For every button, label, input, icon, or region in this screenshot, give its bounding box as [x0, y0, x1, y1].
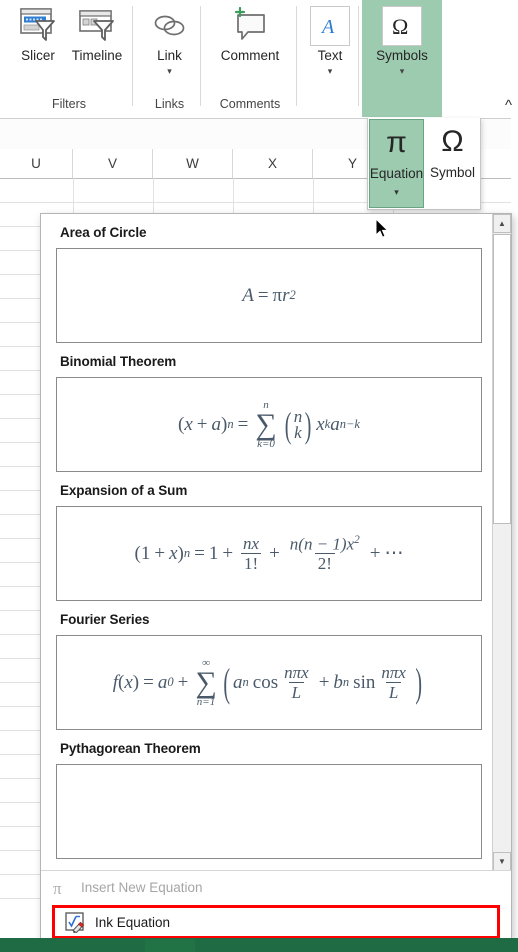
equation-expansion-of-a-sum: (1 + x) n = 1 + nx 1! + n(n − 1)x2 2! + ⋯: [134, 533, 404, 574]
ribbon: Slicer Timeline Filters Link ▾ Links Com…: [0, 0, 518, 119]
ribbon-button-comment[interactable]: Comment: [210, 4, 290, 63]
column-header-u[interactable]: U: [0, 149, 73, 178]
ribbon-button-label: Symbols: [376, 48, 428, 63]
equation-area-of-circle: A = πr2: [242, 285, 296, 306]
chevron-down-icon[interactable]: ▾: [328, 65, 333, 78]
timeline-icon: [77, 4, 117, 48]
scroll-down-icon[interactable]: ▼: [493, 852, 511, 871]
ribbon-button-label: Timeline: [71, 48, 123, 63]
link-icon: [150, 4, 190, 48]
ribbon-button-slicer[interactable]: Slicer: [10, 4, 66, 63]
ribbon-button-symbols[interactable]: Ω Symbols ▾: [368, 4, 436, 78]
ribbon-separator: [358, 6, 359, 106]
gallery-item-preview[interactable]: (x + a) n = n ∑ k=0 ( n k ) x k a n−k: [56, 377, 482, 472]
ribbon-button-timeline[interactable]: Timeline: [66, 4, 128, 63]
ribbon-separator: [200, 6, 201, 106]
gallery-item-title: Fourier Series: [60, 612, 150, 627]
gallery-item-binomial-theorem[interactable]: Binomial Theorem (x + a) n = n ∑ k=0 ( n k: [41, 343, 493, 472]
gallery-item-fourier-series[interactable]: Fourier Series f(x) = a0 + ∞ ∑ n=1 ( an …: [41, 601, 493, 730]
fraction: nx 1!: [240, 535, 262, 572]
column-header-v[interactable]: V: [73, 149, 153, 178]
gallery-item-pythagorean-theorem[interactable]: Pythagorean Theorem: [41, 730, 493, 859]
ink-equation-icon: [55, 911, 95, 933]
collapse-ribbon-icon[interactable]: ^: [505, 98, 512, 113]
svg-text:π: π: [53, 879, 62, 898]
column-header-w[interactable]: W: [153, 149, 233, 178]
summation-operator: n ∑ k=0: [255, 398, 277, 450]
menu-item-label: Insert New Equation: [81, 880, 203, 895]
symbols-dropdown-menu: π Equation ▾ Ω Symbol: [367, 118, 481, 210]
menu-item-label: Ink Equation: [95, 914, 171, 930]
menu-item-ink-equation[interactable]: Ink Equation: [52, 905, 500, 939]
gallery-item-area-of-circle[interactable]: Area of Circle A = πr2: [41, 214, 493, 343]
omega-icon: Ω: [382, 4, 422, 48]
chevron-down-icon[interactable]: ▾: [167, 65, 172, 78]
fraction: nπx L: [284, 663, 309, 702]
slicer-icon: [18, 4, 58, 48]
fraction: n(n − 1)x2 2!: [289, 533, 360, 574]
sheet-tab[interactable]: [145, 939, 195, 952]
gallery-item-preview[interactable]: [56, 764, 482, 859]
gallery-item-title: Binomial Theorem: [60, 354, 177, 369]
gallery-item-expansion-of-a-sum[interactable]: Expansion of a Sum (1 + x) n = 1 + nx 1! + …: [41, 472, 493, 601]
ribbon-group-label-filters: Filters: [51, 97, 87, 111]
gallery-item-title: Area of Circle: [60, 225, 147, 240]
gallery-item-preview[interactable]: A = πr2: [56, 248, 482, 343]
pi-icon: π: [41, 878, 81, 898]
chevron-down-icon[interactable]: ▾: [394, 187, 399, 198]
pi-icon: π: [386, 126, 407, 159]
dropdown-button-label: Symbol: [429, 165, 475, 180]
scroll-thumb[interactable]: [493, 234, 511, 524]
ribbon-button-label: Comment: [220, 48, 280, 63]
gallery-item-title: Expansion of a Sum: [60, 483, 188, 498]
comment-icon: [229, 4, 271, 48]
gallery-footer: π Insert New Equation Ink Equation: [41, 870, 511, 939]
mouse-cursor: [375, 217, 389, 238]
ribbon-group-label-comments: Comments: [219, 97, 281, 111]
column-header-x[interactable]: X: [233, 149, 313, 178]
gallery-item-preview[interactable]: f(x) = a0 + ∞ ∑ n=1 ( an cos nπx L + b n…: [56, 635, 482, 730]
ribbon-button-link[interactable]: Link ▾: [143, 4, 196, 78]
dropdown-button-symbol[interactable]: Ω Symbol: [425, 119, 480, 208]
svg-text:Ω: Ω: [392, 14, 408, 39]
scroll-up-icon[interactable]: ▲: [493, 214, 511, 233]
omega-icon: Ω: [441, 125, 464, 158]
text-icon: A: [310, 4, 350, 48]
ribbon-button-label: Link: [157, 48, 182, 63]
ribbon-button-label: Slicer: [21, 48, 55, 63]
status-bar: [0, 938, 518, 952]
summation-operator: ∞ ∑ n=1: [195, 656, 217, 708]
binomial-coefficient: ( n k ): [284, 404, 312, 445]
gallery-item-preview[interactable]: (1 + x) n = 1 + nx 1! + n(n − 1)x2 2! + ⋯: [56, 506, 482, 601]
gallery-scrollbar[interactable]: ▲ ▼: [492, 214, 511, 871]
gallery-item-title: Pythagorean Theorem: [60, 741, 201, 756]
equation-gallery-panel: Area of Circle A = πr2 Binomial Theorem …: [40, 213, 512, 940]
menu-item-insert-new-equation[interactable]: π Insert New Equation: [41, 871, 511, 904]
ribbon-group-label-links: Links: [154, 97, 185, 111]
ribbon-button-label: Text: [317, 48, 343, 63]
ribbon-separator: [132, 6, 133, 106]
equation-binomial-theorem: (x + a) n = n ∑ k=0 ( n k ) x k a n−k: [178, 398, 360, 450]
ribbon-separator: [296, 6, 297, 106]
svg-text:A: A: [320, 16, 335, 38]
gallery-scroll-area: Area of Circle A = πr2 Binomial Theorem …: [41, 214, 493, 871]
ribbon-button-text[interactable]: A Text ▾: [306, 4, 354, 78]
dropdown-button-label: Equation: [369, 166, 424, 181]
equation-fourier-series: f(x) = a0 + ∞ ∑ n=1 ( an cos nπx L + b n…: [112, 656, 422, 708]
chevron-down-icon[interactable]: ▾: [400, 65, 405, 78]
fraction: nπx L: [381, 663, 406, 702]
dropdown-button-equation[interactable]: π Equation ▾: [369, 119, 424, 208]
